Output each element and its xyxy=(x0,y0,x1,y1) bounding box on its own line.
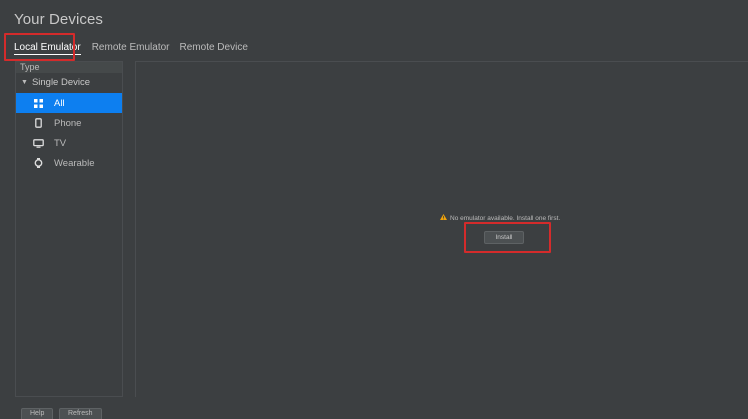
sidebar-header: Type xyxy=(16,62,122,73)
devices-window: Your Devices Local Emulator Remote Emula… xyxy=(0,0,748,419)
tab-remote-device[interactable]: Remote Device xyxy=(180,42,258,53)
sidebar-item-tv[interactable]: TV xyxy=(16,133,122,153)
help-button[interactable]: Help xyxy=(21,408,54,419)
watch-icon xyxy=(33,158,44,169)
sidebar-item-wearable[interactable]: Wearable xyxy=(16,153,122,173)
page-title: Your Devices xyxy=(14,11,104,28)
sidebar-item-all[interactable]: All xyxy=(16,93,122,113)
sidebar-item-label: TV xyxy=(54,137,67,149)
group-label: Single Device xyxy=(31,77,91,88)
empty-state-message: No emulator available. Install one first… xyxy=(440,214,560,222)
warning-icon xyxy=(440,214,447,222)
device-list-panel xyxy=(135,61,748,397)
caret-down-icon: ▼ xyxy=(21,79,28,86)
sidebar-item-phone[interactable]: Phone xyxy=(16,113,122,133)
install-button[interactable]: Install xyxy=(484,231,524,244)
empty-message-text: No emulator available. Install one first… xyxy=(450,214,561,222)
phone-icon xyxy=(33,118,44,129)
sidebar-item-label: Wearable xyxy=(54,157,95,169)
tab-local-emulator[interactable]: Local Emulator xyxy=(14,42,92,55)
sidebar-item-label: Phone xyxy=(54,117,82,129)
tab-remote-emulator[interactable]: Remote Emulator xyxy=(92,42,180,53)
sidebar-item-label: All xyxy=(54,97,65,109)
device-type-sidebar: Type ▼ Single Device All Phone TV Wearab… xyxy=(15,61,123,397)
grid-icon xyxy=(33,98,44,109)
tv-icon xyxy=(33,138,44,149)
refresh-button[interactable]: Refresh xyxy=(59,408,102,419)
device-tabs: Local Emulator Remote Emulator Remote De… xyxy=(14,42,258,55)
group-single-device[interactable]: ▼ Single Device xyxy=(16,73,122,93)
